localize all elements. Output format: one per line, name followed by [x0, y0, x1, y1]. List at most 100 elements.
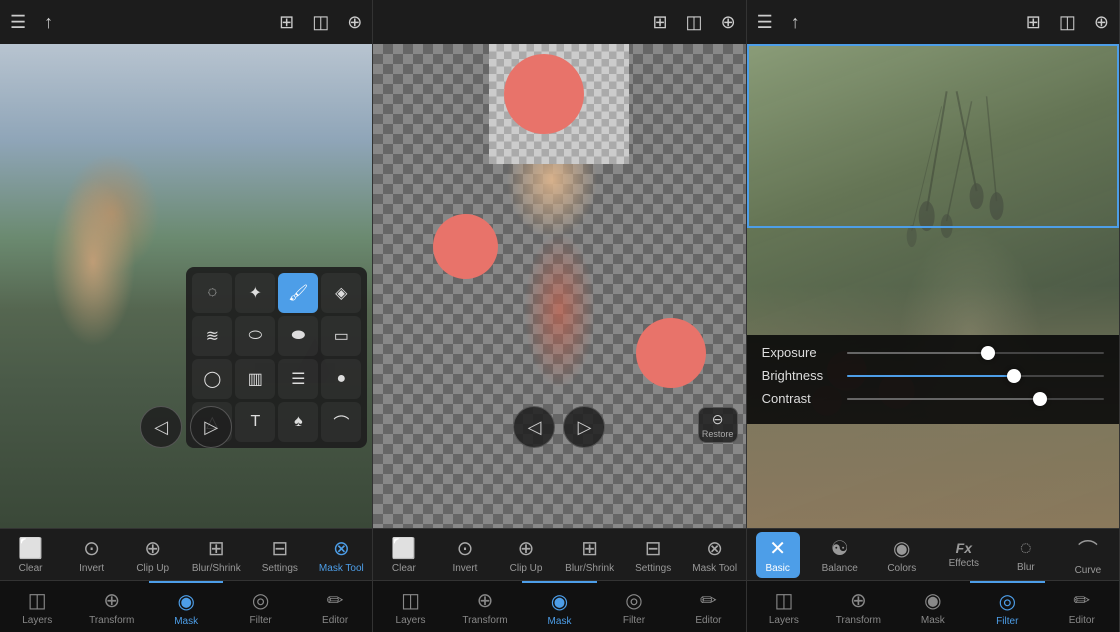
canvas-area-2[interactable]: ◁ ▷ ⊖ Restore — [373, 44, 745, 528]
blur-btn-2[interactable]: ⊞ Blur/Shrink — [565, 536, 614, 574]
layers-plus-icon-2[interactable]: ⊕ — [721, 12, 736, 33]
filter-blur-btn[interactable]: ◌ Blur — [1004, 537, 1048, 573]
rainbow-tool-btn[interactable]: ≋ — [192, 316, 232, 356]
nav-layers-icon-3: ◫ — [774, 588, 793, 613]
eraser-tool-btn[interactable]: ◈ — [321, 273, 361, 313]
clear-btn-1[interactable]: ⬜ Clear — [9, 536, 53, 574]
clipup-btn-1[interactable]: ⊕ Clip Up — [131, 536, 175, 574]
nav-transform-icon-2: ⊕ — [477, 588, 494, 613]
nav-layers-icon-2: ◫ — [401, 588, 420, 613]
image-double-exposure — [747, 44, 1119, 528]
nav-filter-1[interactable]: ◎ Filter — [223, 581, 297, 632]
nav-editor-2[interactable]: ✏ Editor — [671, 581, 745, 632]
toolbar-left-3: ☰ ↑ — [757, 12, 800, 33]
lasso-tool-btn[interactable]: ◌ — [192, 273, 232, 313]
oval-tool-btn[interactable]: ◯ — [192, 359, 232, 399]
brush-tool-btn[interactable]: 🖌 — [278, 273, 318, 313]
contrast-slider-thumb[interactable] — [1033, 392, 1047, 406]
filter-curve-btn[interactable]: ⌒ Curve — [1066, 534, 1110, 576]
masktool-label-1: Mask Tool — [319, 563, 364, 574]
layers-plus-icon[interactable]: ⊕ — [347, 12, 362, 33]
nav-editor-label-2: Editor — [695, 615, 721, 626]
clipup-btn-2[interactable]: ⊕ Clip Up — [504, 536, 548, 574]
nav-mask-2[interactable]: ◉ Mask — [522, 581, 596, 632]
invert-btn-2[interactable]: ⊙ Invert — [443, 536, 487, 574]
blur-label-1: Blur/Shrink — [192, 563, 241, 574]
redo-btn-2[interactable]: ▷ — [563, 406, 605, 448]
blob-tool-btn[interactable]: ⬬ — [278, 316, 318, 356]
filter-colors-btn[interactable]: ◉ Colors — [880, 536, 924, 574]
nav-transform-2[interactable]: ⊕ Transform — [448, 581, 522, 632]
nav-editor-label-1: Editor — [322, 615, 348, 626]
settings-btn-1[interactable]: ⊟ Settings — [258, 536, 302, 574]
red-circle-main-bottom — [636, 318, 706, 388]
grid-icon-2[interactable]: ⊞ — [652, 12, 667, 33]
rect-tool-btn[interactable]: ▭ — [321, 316, 361, 356]
nav-transform-label-2: Transform — [462, 615, 507, 626]
layers-stack-icon-2[interactable]: ◫ — [686, 12, 703, 33]
basic-label: Basic — [765, 563, 789, 574]
nav-layers-icon-1: ◫ — [28, 588, 47, 613]
invert-btn-1[interactable]: ⊙ Invert — [70, 536, 114, 574]
layers-stack-icon-3[interactable]: ◫ — [1059, 12, 1076, 33]
filter-tab-bar: ✕ Basic ☯ Balance ◉ Colors Fx Effects ◌ … — [747, 528, 1119, 580]
settings-btn-2[interactable]: ⊟ Settings — [631, 536, 675, 574]
canvas-area-1[interactable]: ◌ ✦ 🖌 ◈ ≋ ⬭ ⬬ ▭ ◯ ▥ ☰ ● △ T ♠ ⌒ ◁ ▷ — [0, 44, 372, 528]
menu-icon[interactable]: ☰ — [10, 12, 26, 33]
undo-btn-2[interactable]: ◁ — [513, 406, 555, 448]
nav-transform-3[interactable]: ⊕ Transform — [821, 581, 895, 632]
top-toolbar-2: ⊞ ◫ ⊕ — [373, 0, 745, 44]
undo-redo-row-1: ◁ ▷ — [140, 406, 232, 448]
contrast-slider-track[interactable] — [847, 398, 1104, 400]
exposure-slider-thumb[interactable] — [981, 346, 995, 360]
nav-filter-2[interactable]: ◎ Filter — [597, 581, 671, 632]
basic-icon: ✕ — [769, 536, 786, 561]
gradient-tool-btn[interactable]: ▥ — [235, 359, 275, 399]
canvas-area-3[interactable]: Exposure Brightness Contrast — [747, 44, 1119, 528]
contrast-label: Contrast — [762, 391, 837, 406]
nav-layers-2[interactable]: ◫ Layers — [373, 581, 447, 632]
share-icon-3[interactable]: ↑ — [791, 12, 800, 33]
nav-editor-3[interactable]: ✏ Editor — [1045, 581, 1119, 632]
nav-layers-1[interactable]: ◫ Layers — [0, 581, 74, 632]
redo-btn-1[interactable]: ▷ — [190, 406, 232, 448]
exposure-slider-track[interactable] — [847, 352, 1104, 354]
nav-layers-3[interactable]: ◫ Layers — [747, 581, 821, 632]
grid-icon[interactable]: ⊞ — [279, 12, 294, 33]
filter-basic-btn[interactable]: ✕ Basic — [756, 532, 800, 578]
lines-tool-btn[interactable]: ☰ — [278, 359, 318, 399]
nav-filter-label-3: Filter — [996, 616, 1018, 627]
restore-btn[interactable]: ⊖ Restore — [698, 407, 738, 443]
blur-tab-label: Blur — [1017, 562, 1035, 573]
share-icon[interactable]: ↑ — [44, 12, 53, 33]
undo-btn-1[interactable]: ◁ — [140, 406, 182, 448]
nav-filter-label-2: Filter — [623, 615, 645, 626]
arc-tool-btn[interactable]: ⌒ — [321, 402, 361, 442]
spade-tool-btn[interactable]: ♠ — [278, 402, 318, 442]
menu-icon-3[interactable]: ☰ — [757, 12, 773, 33]
nav-transform-1[interactable]: ⊕ Transform — [74, 581, 148, 632]
magic-wand-btn[interactable]: ✦ — [235, 273, 275, 313]
nav-editor-1[interactable]: ✏ Editor — [298, 581, 372, 632]
nav-transform-label-3: Transform — [836, 615, 881, 626]
blur-btn-1[interactable]: ⊞ Blur/Shrink — [192, 536, 241, 574]
nav-mask-1[interactable]: ◉ Mask — [149, 581, 223, 632]
circle3d-tool-btn[interactable]: ● — [321, 359, 361, 399]
brightness-slider-track[interactable] — [847, 375, 1104, 377]
filter-effects-btn[interactable]: Fx Effects — [942, 540, 986, 569]
masktool-btn-2[interactable]: ⊗ Mask Tool — [692, 536, 737, 574]
clear-btn-2[interactable]: ⬜ Clear — [382, 536, 426, 574]
nav-mask-3[interactable]: ◉ Mask — [896, 581, 970, 632]
layers-plus-icon-3[interactable]: ⊕ — [1094, 12, 1109, 33]
masktool-icon-2: ⊗ — [706, 536, 723, 561]
nav-filter-3[interactable]: ◎ Filter — [970, 581, 1044, 632]
speech-tool-btn[interactable]: ⬭ — [235, 316, 275, 356]
text-tool-btn[interactable]: T — [235, 402, 275, 442]
masktool-btn-1[interactable]: ⊗ Mask Tool — [319, 536, 364, 574]
colors-icon: ◉ — [893, 536, 910, 561]
grid-icon-3[interactable]: ⊞ — [1026, 12, 1041, 33]
blur-icon-2: ⊞ — [581, 536, 598, 561]
filter-balance-btn[interactable]: ☯ Balance — [818, 536, 862, 574]
brightness-slider-thumb[interactable] — [1007, 369, 1021, 383]
layers-stack-icon[interactable]: ◫ — [312, 12, 329, 33]
